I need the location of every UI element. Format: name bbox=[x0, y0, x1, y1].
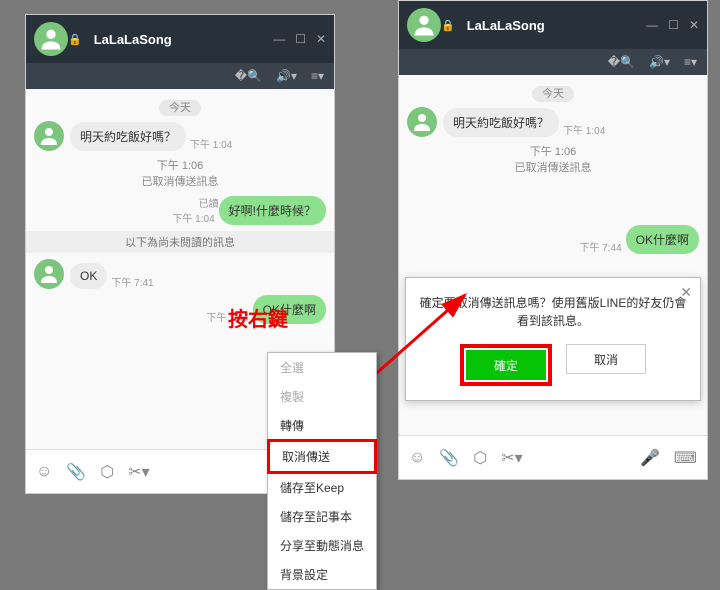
menu-icon[interactable]: ≡▾ bbox=[311, 69, 324, 83]
maximize-button[interactable]: ☐ bbox=[668, 18, 679, 32]
window-controls: — ☐ ✕ bbox=[646, 18, 699, 32]
menu-forward[interactable]: 轉傳 bbox=[268, 411, 376, 440]
avatar bbox=[407, 8, 441, 42]
sticker-icon[interactable]: ⬡ bbox=[100, 462, 114, 482]
unread-separator: 以下為尚未閱讀的訊息 bbox=[26, 231, 334, 253]
lock-icon: 🔒 bbox=[68, 33, 82, 46]
date-separator: 今天 bbox=[407, 85, 699, 101]
message-time: 下午 1:04 bbox=[190, 136, 232, 151]
chat-toolbar: �🔍 🔊▾ ≡▾ bbox=[399, 49, 707, 75]
maximize-button[interactable]: ☐ bbox=[295, 32, 306, 46]
attach-icon[interactable]: 📎 bbox=[439, 448, 459, 468]
emoji-icon[interactable]: ☺ bbox=[36, 463, 52, 481]
message-row: OK 下午 7:41 bbox=[34, 259, 326, 289]
menu-icon[interactable]: ≡▾ bbox=[684, 55, 697, 69]
message-time: 下午 1:04 bbox=[563, 122, 605, 137]
message-row: 下午 7:44 OK什麼啊 bbox=[407, 225, 699, 254]
close-button[interactable]: ✕ bbox=[689, 18, 699, 32]
message-bubble[interactable]: 明天約吃飯好嗎？ bbox=[70, 122, 186, 151]
unsent-notice: 下午 1:06 已取消傳送訊息 bbox=[407, 143, 699, 175]
speaker-icon[interactable]: 🔊▾ bbox=[276, 69, 297, 83]
sticker-icon[interactable]: ⬡ bbox=[473, 448, 487, 468]
message-bubble[interactable]: 明天約吃飯好嗎？ bbox=[443, 108, 559, 137]
avatar-icon bbox=[34, 259, 64, 289]
search-icon[interactable]: �🔍 bbox=[235, 69, 262, 83]
menu-share-timeline[interactable]: 分享至動態消息 bbox=[268, 531, 376, 560]
minimize-button[interactable]: — bbox=[273, 32, 285, 46]
keyboard-icon[interactable]: ⌨ bbox=[674, 448, 697, 468]
unsent-notice: 下午 1:06 已取消傳送訊息 bbox=[34, 157, 326, 189]
search-icon[interactable]: �🔍 bbox=[608, 55, 635, 69]
avatar-icon bbox=[407, 107, 437, 137]
menu-select-all[interactable]: 全選 bbox=[268, 353, 376, 382]
message-time: 下午 7:44 bbox=[579, 239, 621, 254]
titlebar: 🔒 LaLaLaSong — ☐ ✕ bbox=[26, 15, 334, 63]
close-button[interactable]: ✕ bbox=[316, 32, 326, 46]
attach-icon[interactable]: 📎 bbox=[66, 462, 86, 482]
message-time: 下午 7:41 bbox=[111, 274, 153, 289]
titlebar: 🔒 LaLaLaSong — ☐ ✕ bbox=[399, 1, 707, 49]
crop-icon[interactable]: ✂▾ bbox=[128, 462, 149, 482]
dialog-cancel-button[interactable]: 取消 bbox=[566, 344, 646, 374]
input-bar: ☺ 📎 ⬡ ✂▾ 🎤 ⌨ bbox=[399, 435, 707, 479]
emoji-icon[interactable]: ☺ bbox=[409, 449, 425, 467]
menu-bg-settings[interactable]: 背景設定 bbox=[268, 560, 376, 589]
menu-save-keep[interactable]: 儲存至Keep bbox=[268, 473, 376, 502]
window-controls: — ☐ ✕ bbox=[273, 32, 326, 46]
contact-name: LaLaLaSong bbox=[467, 18, 646, 33]
chat-toolbar: �🔍 🔊▾ ≡▾ bbox=[26, 63, 334, 89]
menu-save-note[interactable]: 儲存至記事本 bbox=[268, 502, 376, 531]
menu-copy[interactable]: 複製 bbox=[268, 382, 376, 411]
contact-name: LaLaLaSong bbox=[94, 32, 273, 47]
context-menu: 全選 複製 轉傳 取消傳送 儲存至Keep 儲存至記事本 分享至動態消息 背景設… bbox=[267, 352, 377, 590]
message-row: 明天約吃飯好嗎？ 下午 1:04 bbox=[34, 121, 326, 151]
avatar bbox=[34, 22, 68, 56]
annotation-text: 按右鍵 bbox=[228, 303, 288, 332]
message-time: 下午 1:04 bbox=[172, 210, 214, 225]
message-row: 已讀 下午 1:04 好啊!什麼時候？ bbox=[34, 195, 326, 225]
crop-icon[interactable]: ✂▾ bbox=[501, 448, 522, 468]
speaker-icon[interactable]: 🔊▾ bbox=[649, 55, 670, 69]
message-bubble[interactable]: OK什麼啊 bbox=[626, 225, 699, 254]
menu-unsend[interactable]: 取消傳送 bbox=[267, 439, 377, 474]
date-separator: 今天 bbox=[34, 99, 326, 115]
message-row: 明天約吃飯好嗎？ 下午 1:04 bbox=[407, 107, 699, 137]
avatar-icon bbox=[34, 121, 64, 151]
lock-icon: 🔒 bbox=[441, 19, 455, 32]
dialog-close-button[interactable]: ✕ bbox=[680, 284, 692, 301]
read-indicator: 已讀 bbox=[168, 195, 218, 210]
mic-icon[interactable]: 🎤 bbox=[640, 448, 660, 468]
message-bubble[interactable]: OK bbox=[70, 263, 107, 289]
message-bubble[interactable]: 好啊!什麼時候？ bbox=[219, 196, 326, 225]
minimize-button[interactable]: — bbox=[646, 18, 658, 32]
